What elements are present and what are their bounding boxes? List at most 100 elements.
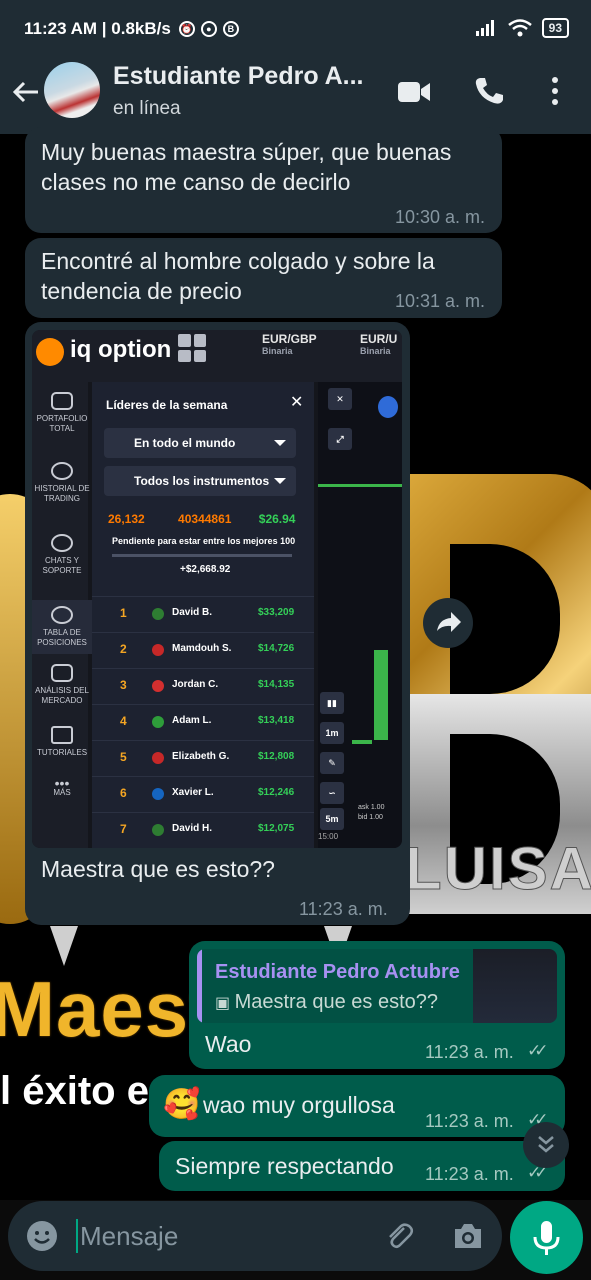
country-flag-icon: [152, 752, 164, 764]
trader-amount: $12,246: [258, 787, 295, 798]
leaderboard-row: 4 Adam L. $13,418: [92, 704, 314, 739]
instruments-dropdown: Todos los instrumentos: [104, 466, 296, 496]
briefcase-icon: [51, 392, 73, 410]
iq-topbar: iq option EUR/GBP Binaria EUR/U Binaria: [32, 330, 402, 382]
flag-icon: [378, 396, 398, 418]
leaderboard-row: 6 Xavier L. $12,246: [92, 776, 314, 811]
grid-icon: [178, 334, 206, 362]
outgoing-message[interactable]: 🥰 wao muy orgullosa 11:23 a. m. ✓✓: [149, 1075, 565, 1137]
draw-icon: ✎: [320, 752, 344, 774]
alarm-icon: ⏰: [178, 21, 195, 37]
candle: [352, 740, 372, 744]
my-rank-row: 26,132 40344861 $26.94: [108, 512, 296, 526]
region-dropdown: En todo el mundo: [104, 428, 296, 458]
quoted-sender: Estudiante Pedro Actubre: [215, 961, 460, 983]
forward-button[interactable]: [423, 598, 473, 648]
sidebar-item-active: TABLA DE POSICIONES: [32, 600, 92, 654]
shared-photo[interactable]: iq option EUR/GBP Binaria EUR/U Binaria …: [32, 330, 402, 848]
timeframe-button: 5m: [320, 808, 344, 830]
b-app-icon: B: [222, 21, 239, 37]
leaderboard-row: 2 Mamdouh S. $14,726: [92, 632, 314, 667]
scroll-to-bottom-button[interactable]: [523, 1122, 569, 1168]
chat-header: Estudiante Pedro A... en línea: [0, 58, 591, 134]
quoted-text: ▣ Maestra que es esto??: [215, 991, 439, 1013]
message-time: 11:23 a. m.: [425, 1111, 514, 1131]
asset-type: Binaria: [262, 346, 293, 356]
contact-name[interactable]: Estudiante Pedro A...: [113, 62, 364, 91]
incoming-message[interactable]: Muy buenas maestra súper, que buenas cla…: [25, 127, 502, 233]
country-flag-icon: [152, 608, 164, 620]
wallpaper-logo-text: LUISA: [405, 835, 591, 903]
country-flag-icon: [152, 680, 164, 692]
candle: [374, 650, 388, 740]
price-line: [318, 484, 402, 487]
country-flag-icon: [152, 788, 164, 800]
wallpaper-arrow: [50, 926, 78, 966]
rank-number: 3: [120, 678, 127, 692]
quoted-thumbnail: [473, 949, 557, 1023]
message-composer: Mensaje: [8, 1201, 502, 1271]
sidebar-item: ••• MÁS: [32, 776, 92, 798]
message-text: Wao: [205, 1031, 252, 1057]
leaderboard-row: 5 Elizabeth G. $12,808: [92, 740, 314, 775]
message-time: 11:23 a. m.: [425, 1164, 514, 1184]
panel-title: Líderes de la semana: [106, 398, 228, 412]
camera-icon[interactable]: [452, 1221, 484, 1251]
contact-avatar[interactable]: [44, 62, 100, 118]
trader-name: Elizabeth G.: [172, 751, 230, 762]
voice-record-button[interactable]: [510, 1201, 583, 1274]
trader-name: Adam L.: [172, 715, 212, 726]
voice-call-icon[interactable]: [474, 76, 504, 106]
image-caption: Maestra que es esto??: [41, 856, 275, 882]
price-chart: ✕ ⤢ ▮▮ 1m ✎ ∽ 5m ask 1.00 bid 1.00 15:00: [318, 382, 402, 848]
wifi-icon: [507, 19, 532, 37]
more-options-icon[interactable]: [550, 76, 560, 106]
outgoing-reply-message[interactable]: Estudiante Pedro Actubre ▣ Maestra que e…: [189, 941, 565, 1069]
rank-number: 2: [120, 642, 127, 656]
iq-app-name: iq option: [70, 336, 172, 363]
microphone-icon: [533, 1221, 560, 1255]
graduation-icon: [51, 726, 73, 744]
timeframe-button: 1m: [320, 722, 344, 744]
bid-price: bid 1.00: [358, 814, 383, 821]
back-arrow-icon[interactable]: [10, 76, 42, 108]
outgoing-message[interactable]: Siempre respectando 11:23 a. m. ✓✓: [159, 1141, 565, 1191]
double-chevron-down-icon: [538, 1136, 554, 1153]
rank-number: 6: [120, 786, 127, 800]
contact-status: en línea: [113, 98, 181, 119]
iq-logo-icon: [36, 338, 64, 366]
trader-name: Mamdouh S.: [172, 643, 232, 654]
message-text: wao muy orgullosa: [203, 1092, 395, 1118]
rank-number: 1: [120, 606, 127, 620]
double-check-icon: ✓✓: [527, 1041, 548, 1060]
trader-amount: $13,418: [258, 715, 295, 726]
leaderboard-row: 7 David H. $12,075: [92, 812, 314, 847]
asset-type: Binaria: [360, 346, 391, 356]
trader-name: David H.: [172, 823, 213, 834]
trader-amount: $14,135: [258, 679, 295, 690]
rank-number: 4: [120, 714, 127, 728]
ask-price: ask 1.00: [358, 804, 385, 811]
asset-pair: EUR/U: [360, 332, 398, 346]
incoming-message[interactable]: Encontré al hombre colgado y sobre la te…: [25, 238, 502, 318]
message-input[interactable]: Mensaje: [76, 1219, 178, 1253]
expand-icon: ⤢: [328, 428, 352, 450]
quoted-message[interactable]: Estudiante Pedro Actubre ▣ Maestra que e…: [197, 949, 557, 1023]
attach-icon[interactable]: [382, 1219, 416, 1253]
video-call-icon[interactable]: [397, 80, 431, 104]
iq-sidebar: PORTAFOLIO TOTAL HISTORIAL DE TRADING CH…: [32, 382, 92, 848]
country-flag-icon: [152, 716, 164, 728]
leaders-panel: Líderes de la semana ✕ En todo el mundo …: [92, 382, 314, 848]
emoji-icon: 🥰: [163, 1088, 201, 1121]
rank-number: 7: [120, 822, 127, 836]
asset-pair: EUR/GBP: [262, 332, 317, 346]
quote-bar: [197, 949, 202, 1023]
status-bar: 11:23 AM | 0.8kB/s ⏰ ● B 93: [0, 0, 591, 58]
message-time: 10:31 a. m.: [395, 291, 486, 311]
trader-amount: $12,808: [258, 751, 295, 762]
emoji-icon[interactable]: [26, 1220, 58, 1252]
pending-label: Pendiente para estar entre los mejores 1…: [112, 536, 296, 546]
trader-name: Xavier L.: [172, 787, 214, 798]
leaderboard-row: 1 David B. $33,209: [92, 596, 314, 631]
sidebar-item: CHATS Y SOPORTE: [32, 534, 92, 576]
